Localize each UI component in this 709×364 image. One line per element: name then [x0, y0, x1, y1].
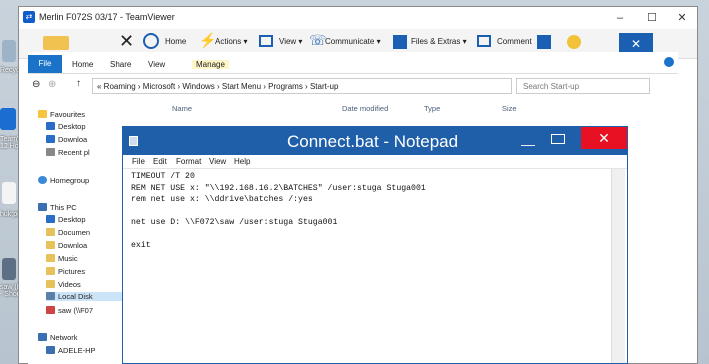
notepad-text-area[interactable]: TIMEOUT /T 20 REM NET USE x: "\\192.168.…	[131, 171, 611, 361]
minimize-button[interactable]: –	[607, 9, 633, 27]
tab-view[interactable]: View	[148, 60, 165, 69]
teamviewer-desktop-icon[interactable]	[0, 108, 16, 130]
nav-desktop[interactable]: Desktop	[46, 122, 86, 131]
column-name[interactable]: Name	[172, 104, 192, 113]
column-type[interactable]: Type	[424, 104, 440, 113]
nav-local-disk[interactable]: Local Disk	[46, 292, 124, 301]
homegroup-icon	[38, 176, 47, 184]
nav-videos[interactable]: Videos	[46, 280, 81, 289]
desktop-icon-label: huk;p(	[0, 211, 20, 218]
videos-folder-icon	[46, 280, 55, 288]
computer-icon	[46, 346, 55, 354]
folder-icon	[46, 135, 55, 143]
menu-help[interactable]: Help	[234, 157, 250, 166]
nav-network[interactable]: Network	[38, 333, 78, 342]
notepad-icon	[129, 136, 138, 146]
notepad-window: Connect.bat - Notepad — ✕ File Edit Form…	[122, 126, 628, 364]
emoji-icon[interactable]	[567, 35, 581, 49]
tab-home[interactable]: Home	[72, 60, 93, 69]
nav-pictures[interactable]: Pictures	[46, 267, 85, 276]
folder-icon	[46, 241, 55, 249]
back-icon[interactable]: ⊖	[32, 79, 40, 90]
close-button[interactable]: ✕	[669, 9, 695, 27]
notepad-minimize-button[interactable]: —	[521, 136, 535, 152]
nav-adele-hp[interactable]: ADELE-HP	[46, 346, 96, 355]
notepad-title-bar: Connect.bat - Notepad — ✕	[123, 127, 627, 155]
explorer-ribbon: File Home Share View Manage	[28, 52, 678, 74]
nav-music[interactable]: Music	[46, 254, 78, 263]
nav-this-pc[interactable]: This PC	[38, 203, 77, 212]
recycle-bin-icon[interactable]	[2, 40, 16, 62]
folder-icon	[46, 148, 55, 156]
comment-button[interactable]: Comment	[497, 37, 532, 46]
actions-menu[interactable]: Actions ▾	[215, 37, 247, 46]
drive-icon	[46, 292, 55, 300]
window-title: Merlin F072S 03/17 - TeamViewer	[39, 12, 175, 22]
notepad-menu-bar: File Edit Format View Help	[123, 155, 627, 169]
quick-access-icon[interactable]	[43, 36, 69, 50]
title-bar: ⇄ Merlin F072S 03/17 - TeamViewer – ☐ ✕	[19, 7, 697, 29]
communicate-menu[interactable]: Communicate ▾	[325, 37, 381, 46]
folder-icon	[46, 228, 55, 236]
notepad-close-button[interactable]: ✕	[581, 127, 627, 149]
search-input[interactable]: Search Start-up	[516, 78, 650, 94]
nav-favourites[interactable]: Favourites	[38, 110, 85, 119]
menu-view[interactable]: View	[209, 157, 226, 166]
tab-file[interactable]: File	[28, 55, 62, 73]
address-bar[interactable]: « Roaming › Microsoft › Windows › Start …	[92, 78, 512, 94]
notepad-scrollbar[interactable]	[611, 169, 625, 363]
comment-icon	[477, 35, 491, 47]
nav-documents[interactable]: Documen	[46, 228, 90, 237]
communicate-icon: ☏	[309, 32, 327, 48]
menu-edit[interactable]: Edit	[153, 157, 167, 166]
help-icon[interactable]	[664, 57, 674, 67]
forward-icon[interactable]: ⊕	[48, 79, 56, 90]
actions-icon: ⚡	[199, 32, 217, 48]
home-icon[interactable]	[143, 33, 159, 49]
nav-recent[interactable]: Recent pl	[46, 148, 90, 157]
star-icon	[38, 110, 47, 118]
nav-homegroup[interactable]: Homegroup	[38, 176, 89, 185]
column-date[interactable]: Date modified	[342, 104, 388, 113]
windows-icon[interactable]	[537, 35, 551, 49]
nav-downloads[interactable]: Downloa	[46, 135, 87, 144]
navigation-pane: Favourites Desktop Downloa Recent pl Hom…	[28, 100, 128, 364]
menu-file[interactable]: File	[132, 157, 145, 166]
pictures-folder-icon	[46, 267, 55, 275]
notepad-maximize-button[interactable]	[551, 134, 565, 144]
nav-pc-desktop[interactable]: Desktop	[46, 215, 86, 224]
network-icon	[38, 333, 47, 341]
computer-icon	[38, 203, 47, 211]
view-menu[interactable]: View ▾	[279, 37, 302, 46]
column-size[interactable]: Size	[502, 104, 517, 113]
view-icon	[259, 35, 273, 47]
close-session-icon[interactable]: ✕	[119, 31, 134, 52]
folder-icon	[46, 122, 55, 130]
up-icon[interactable]: ↑	[76, 78, 81, 89]
notepad-title: Connect.bat - Notepad	[287, 132, 459, 151]
nav-network-drive[interactable]: saw (\\F07	[46, 306, 93, 315]
home-button[interactable]: Home	[165, 37, 186, 46]
maximize-button[interactable]: ☐	[639, 9, 665, 27]
network-drive-icon	[46, 306, 55, 314]
files-extras-menu[interactable]: Files & Extras ▾	[411, 37, 467, 46]
document-desktop-icon[interactable]	[2, 182, 16, 204]
tab-manage[interactable]: Manage	[192, 60, 229, 69]
nav-pc-downloads[interactable]: Downloa	[46, 241, 87, 250]
tab-share[interactable]: Share	[110, 60, 131, 69]
address-row: ⊖ ⊕ ↑ « Roaming › Microsoft › Windows › …	[28, 76, 678, 98]
folder-icon	[46, 215, 55, 223]
files-icon	[393, 35, 407, 49]
music-folder-icon	[46, 254, 55, 262]
shortcut-desktop-icon[interactable]	[2, 258, 16, 280]
teamviewer-logo-icon: ⇄	[23, 11, 35, 23]
menu-format[interactable]: Format	[176, 157, 201, 166]
